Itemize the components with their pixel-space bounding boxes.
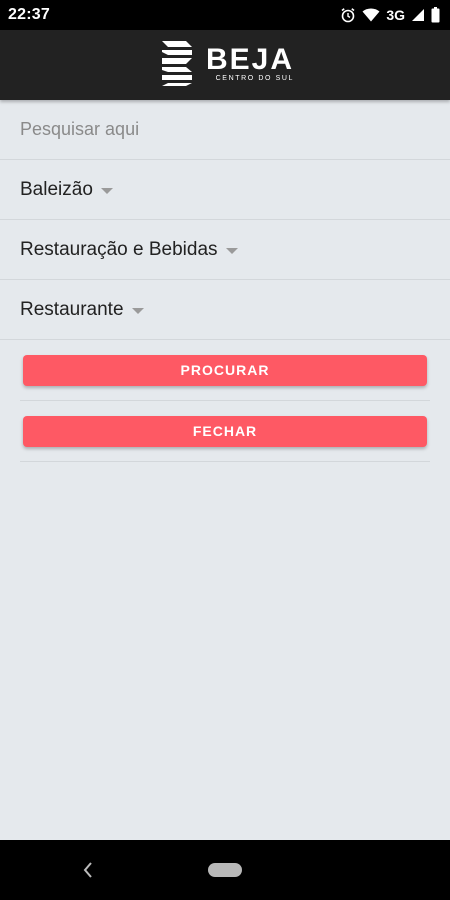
- subcategory-select[interactable]: Restaurante: [0, 280, 450, 340]
- subcategory-select-label: Restaurante: [20, 298, 124, 320]
- battery-icon: [431, 7, 440, 23]
- beja-logo: BEJA CENTRO DO SUL: [156, 38, 294, 93]
- close-button-row: FECHAR: [20, 401, 430, 462]
- search-input[interactable]: [20, 119, 420, 140]
- cell-signal-icon: [411, 8, 425, 22]
- logo-mark-icon: [156, 38, 198, 93]
- category-select-label: Restauração e Bebidas: [20, 238, 218, 260]
- back-icon[interactable]: [80, 860, 96, 880]
- search-form: Baleizão Restauração e Bebidas Restauran…: [0, 100, 450, 462]
- dropdown-caret-icon: [100, 187, 113, 194]
- alarm-icon: [340, 7, 356, 23]
- network-type: 3G: [386, 7, 405, 23]
- home-pill-button[interactable]: [208, 863, 242, 877]
- search-button-row: PROCURAR: [20, 340, 430, 401]
- app-header: BEJA CENTRO DO SUL: [0, 30, 450, 100]
- status-icons: 3G: [340, 7, 440, 23]
- dropdown-caret-icon: [131, 307, 144, 314]
- status-bar: 22:37 3G: [0, 0, 450, 30]
- category-select[interactable]: Restauração e Bebidas: [0, 220, 450, 280]
- header-title: BEJA: [205, 43, 295, 76]
- location-select[interactable]: Baleizão: [0, 160, 450, 220]
- search-button[interactable]: PROCURAR: [23, 354, 427, 386]
- location-select-label: Baleizão: [20, 178, 93, 200]
- dropdown-caret-icon: [225, 247, 238, 254]
- close-button[interactable]: FECHAR: [23, 415, 427, 447]
- wifi-icon: [362, 8, 380, 22]
- header-subtitle: CENTRO DO SUL: [215, 75, 295, 82]
- search-row: [0, 100, 450, 160]
- status-time: 22:37: [8, 6, 50, 23]
- system-nav-bar: [0, 840, 450, 900]
